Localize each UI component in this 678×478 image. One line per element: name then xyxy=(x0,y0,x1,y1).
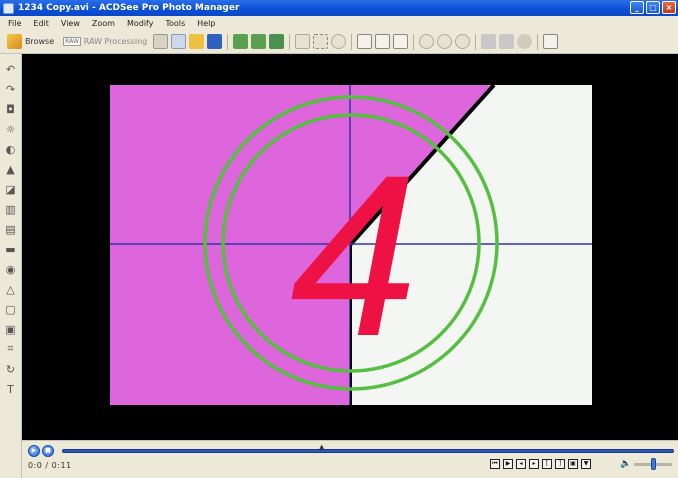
volume-slider-thumb[interactable] xyxy=(650,458,656,470)
undo-icon[interactable]: ↶ xyxy=(4,62,18,76)
text-tool-icon[interactable]: T xyxy=(4,382,18,396)
app-icon xyxy=(3,2,14,14)
playback-controls: ▲ ▶ ■ 0:0 / 0:11 ⏮ ▶ ◂ ▸ [ ] ▣ ▼ 🔈 xyxy=(22,440,678,478)
menu-file[interactable]: File xyxy=(8,19,21,28)
select-tool-icon[interactable] xyxy=(313,34,329,49)
levels-icon[interactable]: ▲ xyxy=(4,162,18,176)
close-button[interactable]: × xyxy=(662,1,676,14)
print-icon[interactable] xyxy=(481,34,497,49)
curves-icon[interactable]: ◪ xyxy=(4,182,18,196)
menu-bar: File Edit View Zoom Modify Tools Help xyxy=(0,16,678,30)
minimize-button[interactable]: _ xyxy=(630,1,644,14)
toolbar-separator xyxy=(537,33,539,50)
sharpen-icon[interactable]: △ xyxy=(4,282,18,296)
menu-edit[interactable]: Edit xyxy=(33,19,49,28)
raw-processing-button[interactable]: RAW RAW Processing xyxy=(60,33,150,51)
save-icon[interactable] xyxy=(207,34,223,49)
settings-icon[interactable] xyxy=(517,34,533,49)
contrast-icon[interactable]: ◐ xyxy=(4,142,18,156)
maximize-button[interactable]: □ xyxy=(646,1,660,14)
zoom-in-icon[interactable] xyxy=(419,34,435,49)
rotate-left-icon[interactable] xyxy=(357,34,373,49)
share-icon[interactable] xyxy=(171,34,187,49)
window-controls: _ □ × xyxy=(630,1,676,14)
browse-button[interactable]: Browse xyxy=(4,33,57,51)
blur-icon[interactable]: ▢ xyxy=(4,302,18,316)
red-eye-icon[interactable]: ◉ xyxy=(4,262,18,276)
export-frame-icon[interactable]: ▣ xyxy=(568,459,578,469)
step-back-icon[interactable]: ◂ xyxy=(516,459,526,469)
zoom-menu-icon[interactable] xyxy=(455,34,471,49)
fit-image-icon[interactable] xyxy=(393,34,409,49)
toolbar-separator xyxy=(475,33,477,50)
menu-tools[interactable]: Tools xyxy=(165,19,185,28)
step-forward-icon[interactable]: ▸ xyxy=(529,459,539,469)
capture-frame-icon[interactable]: ▼ xyxy=(581,459,591,469)
hand-tool-icon[interactable] xyxy=(295,34,311,49)
light-icon[interactable]: ☼ xyxy=(4,122,18,136)
mark-in-icon[interactable]: [ xyxy=(542,459,552,469)
raw-icon: RAW xyxy=(63,37,81,46)
previous-image-icon[interactable] xyxy=(233,34,249,49)
timecode: 0:0 / 0:11 xyxy=(28,461,72,470)
stop-button[interactable]: ■ xyxy=(42,445,54,457)
slideshow-icon[interactable] xyxy=(499,34,515,49)
view-options-icon[interactable] xyxy=(543,34,559,49)
toolbar-separator xyxy=(227,33,229,50)
color-balance-icon[interactable]: ▥ xyxy=(4,202,18,216)
channels-icon[interactable]: ▬ xyxy=(4,242,18,256)
play-frame-icon[interactable]: ▶ xyxy=(503,459,513,469)
rotate-right-icon[interactable] xyxy=(375,34,391,49)
video-viewer[interactable]: 4 xyxy=(22,54,678,440)
menu-help[interactable]: Help xyxy=(197,19,215,28)
play-button[interactable]: ▶ xyxy=(28,445,40,457)
toolbar-separator xyxy=(413,33,415,50)
menu-zoom[interactable]: Zoom xyxy=(92,19,115,28)
edit-image-icon[interactable] xyxy=(153,34,169,49)
browse-icon xyxy=(7,34,22,49)
first-frame-icon[interactable]: ⏮ xyxy=(490,459,500,469)
zoom-tool-icon[interactable] xyxy=(331,34,347,49)
toolbar-separator xyxy=(289,33,291,50)
seek-bar[interactable] xyxy=(62,449,674,453)
rotate-icon[interactable]: ↻ xyxy=(4,362,18,376)
frame-navigation: ⏮ ▶ ◂ ▸ [ ] ▣ ▼ xyxy=(490,459,591,469)
countdown-digit: 4 xyxy=(290,127,418,384)
raw-processing-label: RAW Processing xyxy=(83,37,148,46)
zoom-out-icon[interactable] xyxy=(437,34,453,49)
exposure-icon[interactable]: ◘ xyxy=(4,102,18,116)
video-frame: 4 xyxy=(110,85,592,405)
refresh-icon[interactable] xyxy=(269,34,285,49)
title-bar: 1234 Copy.avi - ACDSee Pro Photo Manager… xyxy=(0,0,678,16)
hue-icon[interactable]: ▤ xyxy=(4,222,18,236)
browse-label: Browse xyxy=(25,37,55,46)
volume-icon[interactable]: 🔈 xyxy=(620,459,631,469)
mark-out-icon[interactable]: ] xyxy=(555,459,565,469)
redo-icon[interactable]: ↷ xyxy=(4,82,18,96)
next-image-icon[interactable] xyxy=(251,34,267,49)
menu-view[interactable]: View xyxy=(61,19,80,28)
crop-icon[interactable]: ⌗ xyxy=(4,342,18,356)
open-folder-icon[interactable] xyxy=(189,34,205,49)
toolbar-separator xyxy=(351,33,353,50)
effects-icon[interactable]: ▣ xyxy=(4,322,18,336)
menu-modify[interactable]: Modify xyxy=(127,19,154,28)
main-toolbar: Browse RAW RAW Processing xyxy=(0,30,678,54)
window-title: 1234 Copy.avi - ACDSee Pro Photo Manager xyxy=(18,3,240,13)
tool-panel: ↶ ↷ ◘ ☼ ◐ ▲ ◪ ▥ ▤ ▬ ◉ △ ▢ ▣ ⌗ ↻ T xyxy=(0,54,22,478)
